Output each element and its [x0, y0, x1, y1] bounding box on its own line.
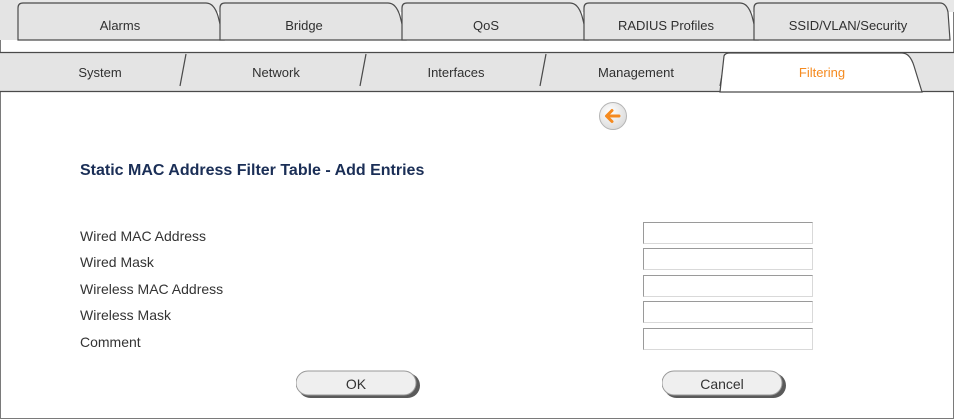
tab-network[interactable]: Network: [196, 65, 356, 81]
tab-management[interactable]: Management: [556, 65, 716, 81]
page-title: Static MAC Address Filter Table - Add En…: [80, 162, 425, 179]
comment-label: Comment: [80, 334, 141, 350]
tab-filtering[interactable]: Filtering: [732, 65, 912, 81]
wireless-mask-label: Wireless Mask: [80, 307, 172, 323]
wired-mac-address-label: Wired MAC Address: [80, 228, 207, 244]
tab-interfaces[interactable]: Interfaces: [376, 65, 536, 81]
tab-system[interactable]: System: [20, 65, 180, 81]
ok-button-label: OK: [345, 376, 367, 392]
back-button[interactable]: [598, 101, 628, 131]
wired-mask-label: Wired Mask: [80, 254, 154, 270]
comment-input[interactable]: [643, 328, 813, 350]
wireless-mask-input[interactable]: [643, 301, 813, 323]
wired-mac-address-input[interactable]: [643, 222, 813, 244]
tab-radius-profiles[interactable]: RADIUS Profiles: [586, 18, 746, 34]
tab-qos[interactable]: QoS: [406, 18, 566, 34]
arrow-left-icon: [599, 102, 627, 130]
tab-bridge[interactable]: Bridge: [224, 18, 384, 34]
ok-button[interactable]: OK: [296, 370, 422, 400]
cancel-button[interactable]: Cancel: [662, 370, 788, 400]
wireless-mac-address-input[interactable]: [643, 275, 813, 297]
wireless-mac-address-label: Wireless MAC Address: [80, 281, 224, 297]
cancel-button-label: Cancel: [700, 376, 744, 392]
tab-alarms[interactable]: Alarms: [40, 18, 200, 34]
tab-ssid-vlan-security[interactable]: SSID/VLAN/Security: [758, 18, 938, 34]
wired-mask-input[interactable]: [643, 248, 813, 270]
